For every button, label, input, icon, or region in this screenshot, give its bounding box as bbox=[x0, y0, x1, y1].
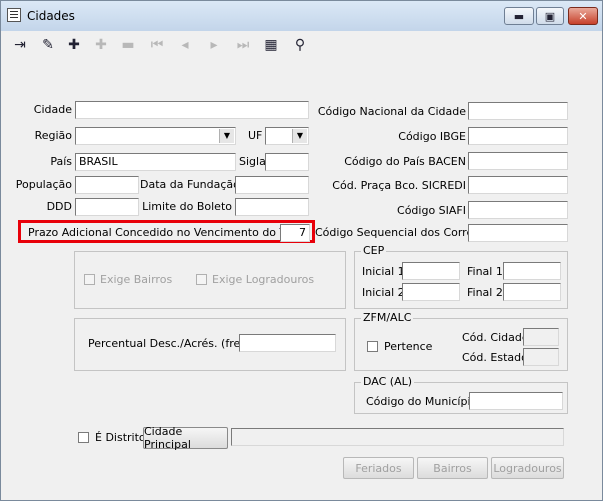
cod-municipio-label: Código do Município bbox=[366, 395, 478, 408]
cod-municipio-input[interactable] bbox=[469, 392, 563, 410]
final1-label: Final 1 bbox=[467, 265, 503, 278]
window-icon bbox=[7, 8, 21, 22]
final1-input[interactable] bbox=[503, 262, 561, 280]
exige-bairros-label: Exige Bairros bbox=[100, 273, 173, 286]
cod-nacional-input[interactable] bbox=[468, 102, 568, 120]
delete-icon[interactable]: ▬ bbox=[117, 34, 139, 56]
next-icon[interactable]: ▸ bbox=[203, 34, 225, 56]
feriados-button[interactable]: Feriados bbox=[343, 457, 414, 479]
ddd-label: DDD bbox=[46, 200, 72, 213]
zfm-title: ZFM/ALC bbox=[361, 311, 414, 324]
pais-input[interactable]: BRASIL bbox=[75, 153, 236, 171]
logradouros-button[interactable]: Logradouros bbox=[491, 457, 564, 479]
cod-pais-bacen-label: Código do País BACEN bbox=[344, 155, 466, 168]
sigla-input[interactable] bbox=[265, 153, 309, 171]
exit-icon[interactable]: ⇥ bbox=[9, 34, 31, 56]
cidade-input[interactable] bbox=[75, 101, 309, 119]
dac-title: DAC (AL) bbox=[361, 375, 415, 388]
pertence-checkbox[interactable] bbox=[367, 341, 378, 352]
window-title: Cidades bbox=[27, 9, 75, 23]
insert-icon[interactable]: ✚ bbox=[63, 34, 85, 56]
prior-icon[interactable]: ◂ bbox=[174, 34, 196, 56]
minimize-button[interactable]: ▬ bbox=[504, 7, 534, 25]
limite-boleto-input[interactable] bbox=[235, 198, 309, 216]
cod-ibge-label: Código IBGE bbox=[398, 130, 466, 143]
populacao-input[interactable] bbox=[75, 176, 139, 194]
cod-pais-bacen-input[interactable] bbox=[468, 152, 568, 170]
final2-label: Final 2 bbox=[467, 286, 503, 299]
final2-input[interactable] bbox=[503, 283, 561, 301]
minimize-icon: ▬ bbox=[513, 9, 525, 23]
prazo-input[interactable]: 7 bbox=[280, 224, 310, 242]
title-bar: Cidades ▬ ▣ ✕ bbox=[1, 1, 602, 31]
cod-nacional-label: Código Nacional da Cidade bbox=[317, 105, 466, 118]
edit-icon[interactable]: ✎ bbox=[37, 34, 59, 56]
percentual-label: Percentual Desc./Acrés. (frete) bbox=[88, 337, 256, 350]
distrito-label: É Distrito bbox=[95, 431, 146, 444]
grid-icon[interactable]: ▦ bbox=[260, 34, 282, 56]
add-icon[interactable]: ✚ bbox=[90, 34, 112, 56]
cod-estado-input[interactable] bbox=[523, 348, 559, 366]
inicial1-input[interactable] bbox=[402, 262, 460, 280]
limite-boleto-label: Limite do Boleto bbox=[142, 200, 232, 213]
close-icon: ✕ bbox=[578, 9, 588, 23]
close-button[interactable]: ✕ bbox=[568, 7, 598, 25]
exige-logradouros-checkbox[interactable] bbox=[196, 274, 207, 285]
inicial1-label: Inicial 1 bbox=[362, 265, 405, 278]
uf-select[interactable]: ▼ bbox=[265, 127, 309, 145]
last-icon[interactable]: ⏭ bbox=[232, 34, 254, 56]
regiao-select[interactable]: ▼ bbox=[75, 127, 236, 145]
inicial2-input[interactable] bbox=[402, 283, 460, 301]
data-fundacao-input[interactable] bbox=[235, 176, 309, 194]
search-icon[interactable]: ⚲ bbox=[289, 34, 311, 56]
first-icon[interactable]: ⏮ bbox=[146, 34, 168, 56]
populacao-label: População bbox=[15, 178, 72, 191]
cidade-principal-field bbox=[231, 428, 564, 446]
cod-cidade-label: Cód. Cidade bbox=[462, 331, 529, 344]
percentual-input[interactable] bbox=[239, 334, 336, 352]
uf-label: UF bbox=[248, 129, 263, 142]
maximize-button[interactable]: ▣ bbox=[536, 7, 564, 25]
prazo-label: Prazo Adicional Concedido no Vencimento … bbox=[28, 226, 311, 239]
ddd-input[interactable] bbox=[75, 198, 139, 216]
cod-siafi-input[interactable] bbox=[468, 201, 568, 219]
chevron-down-icon[interactable]: ▼ bbox=[292, 129, 307, 143]
data-fundacao-label: Data da Fundação bbox=[140, 178, 240, 191]
exige-bairros-checkbox[interactable] bbox=[84, 274, 95, 285]
distrito-checkbox[interactable] bbox=[78, 432, 89, 443]
inicial2-label: Inicial 2 bbox=[362, 286, 405, 299]
cep-title: CEP bbox=[361, 244, 387, 257]
pais-label: País bbox=[50, 155, 72, 168]
pertence-label: Pertence bbox=[384, 340, 433, 353]
cod-estado-label: Cód. Estado bbox=[462, 351, 528, 364]
sigla-label: Sigla bbox=[239, 155, 266, 168]
maximize-icon: ▣ bbox=[544, 9, 556, 23]
chevron-down-icon[interactable]: ▼ bbox=[219, 129, 234, 143]
toolbar: ⇥ ✎ ✚ ✚ ▬ ⏮ ◂ ▸ ⏭ ▦ ⚲ bbox=[5, 31, 597, 61]
cod-praca-input[interactable] bbox=[468, 176, 568, 194]
cod-praca-label: Cód. Praça Bco. SICREDI bbox=[332, 179, 466, 192]
cod-seq-correios-label: Código Sequencial dos Correios bbox=[315, 226, 489, 239]
regiao-label: Região bbox=[34, 129, 72, 142]
cidade-label: Cidade bbox=[33, 103, 72, 116]
cod-cidade-input[interactable] bbox=[523, 328, 559, 346]
cod-ibge-input[interactable] bbox=[468, 127, 568, 145]
exige-logradouros-label: Exige Logradouros bbox=[212, 273, 315, 286]
cod-seq-correios-input[interactable] bbox=[468, 224, 568, 242]
cod-siafi-label: Código SIAFI bbox=[397, 204, 466, 217]
cidade-principal-button[interactable]: Cidade Principal bbox=[143, 425, 228, 451]
bairros-button[interactable]: Bairros bbox=[417, 457, 488, 479]
